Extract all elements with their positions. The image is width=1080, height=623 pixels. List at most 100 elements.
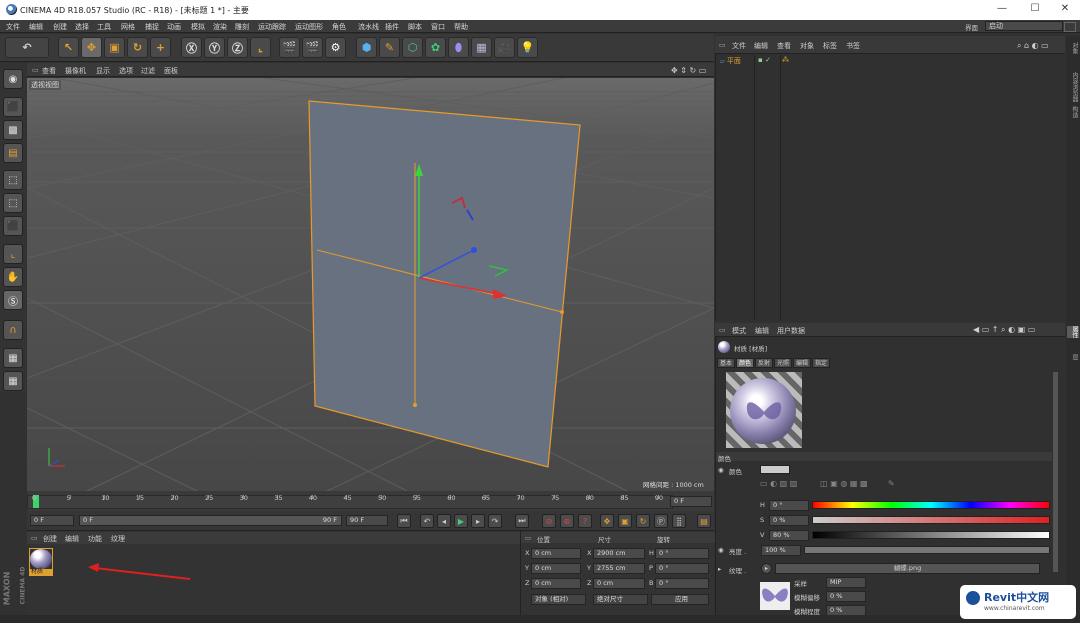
hsv-field-0[interactable]: 0 ° [769,500,809,511]
material-menu-icon[interactable]: ▭ [31,534,38,542]
menu-item-10[interactable]: 雕刻 [235,22,249,32]
object-menu-bookmark[interactable]: 书签 [846,41,860,51]
right-tab-4[interactable]: 层 [1067,354,1079,360]
hue-slider[interactable] [812,501,1050,509]
light-icon[interactable]: 💡 [517,37,538,58]
points-mode-icon[interactable]: ⬚ [3,170,23,190]
floor-icon[interactable]: ▦ [471,37,492,58]
subdivision-surface-icon[interactable]: ⬡ [402,37,423,58]
menu-item-9[interactable]: 渲染 [213,22,227,32]
close-button[interactable]: ✕ [1055,3,1075,14]
select-tool-icon[interactable]: ↖ [58,37,79,58]
material-menu-texture[interactable]: 纹理 [111,534,125,544]
spline-pen-icon[interactable]: ✎ [379,37,400,58]
hsv-field-1[interactable]: 0 % [769,515,809,526]
plane-object[interactable] [308,100,581,468]
attr-nav-icons[interactable]: ◀ ▭ ↑ ⌕ ◐ ▣ ▭ [973,325,1035,335]
attr-tab-3[interactable]: 光照 [774,358,793,368]
object-menu-icon[interactable]: ▭ [719,41,726,49]
attr-tab-1[interactable]: 颜色 [736,358,755,368]
layout-select[interactable]: 启动 [985,21,1063,31]
brightness-radio-icon[interactable]: ◉ [718,546,724,554]
object-manager-tools-icons[interactable]: ⌕ ⌂ ◐ ▭ [1017,41,1049,51]
menu-item-3[interactable]: 选择 [75,22,89,32]
minimize-button[interactable]: — [992,3,1012,14]
scale-tool-icon[interactable]: ▣ [104,37,125,58]
texture-file-field[interactable]: 蝴蝶.png [775,563,1040,574]
menu-item-5[interactable]: 网格 [121,22,135,32]
attr-menu-userdata[interactable]: 用户数据 [777,326,805,336]
menu-item-15[interactable]: 插件 [385,22,399,32]
attr-menu-icon[interactable]: ▭ [719,326,726,334]
right-tab-1[interactable]: 内容浏览器 [1067,72,1079,102]
color-picker-mode-icons[interactable]: ▭ ◐ ▧ ▨ ◫ ▣ ◍ ▦ ▩ ✎ [760,479,895,488]
viewport-menu-panel[interactable]: 面板 [164,66,178,76]
planar-workplane-icon[interactable]: ▦ [3,371,23,391]
z-axis-lock-icon[interactable]: Ⓩ [227,37,248,58]
coord-size-1[interactable]: 2755 cm [593,563,645,574]
material-tag-icon[interactable]: ⁂ [782,56,789,64]
end-frame-field[interactable]: 90 F [346,515,388,526]
param-key-icon[interactable]: Ⓟ [654,514,668,528]
timeline-window-icon[interactable]: ▤ [697,514,711,528]
deformer-icon[interactable]: ⬮ [448,37,469,58]
coord-pos-2[interactable]: 0 cm [531,578,581,589]
position-key-icon[interactable]: ✥ [600,514,614,528]
x-axis-lock-icon[interactable]: Ⓧ [181,37,202,58]
render-picture-viewer-icon[interactable]: 🎬 [302,37,323,58]
perspective-viewport[interactable]: 透视视图 网格间距 : 1000 cm [27,78,714,491]
menu-item-1[interactable]: 编辑 [29,22,43,32]
color-radio-icon[interactable]: ◉ [718,466,724,474]
right-tab-2[interactable]: 构造 [1067,106,1079,118]
attr-tab-4[interactable]: 编辑 [793,358,812,368]
coord-pos-1[interactable]: 0 cm [531,563,581,574]
scale-key-icon[interactable]: ▣ [618,514,632,528]
color-swatch[interactable] [760,465,790,474]
viewport-menu-options[interactable]: 选项 [119,66,133,76]
texture-thumbnail[interactable] [760,582,790,610]
array-icon[interactable]: ✿ [425,37,446,58]
timeline-ruler[interactable]: 0 5 10 15 20 25 30 35 40 45 50 55 60 65 70 75 80 85 90 0 F [27,491,714,511]
keyframe-selection-icon[interactable]: ? [578,514,592,528]
maximize-button[interactable]: ☐ [1025,3,1045,14]
undo-icon[interactable]: ↶ [5,37,49,58]
apply-button[interactable]: 应用 [651,594,709,605]
viewport-menu-icon[interactable]: ▭ [32,66,39,74]
next-frame-icon[interactable]: ▸ [471,514,485,528]
make-editable-icon[interactable]: ◉ [3,69,23,89]
right-tab-3[interactable]: 属性 [1067,326,1079,338]
cube-object-icon[interactable]: ⬢ [356,37,377,58]
menu-item-6[interactable]: 捕捉 [145,22,159,32]
edges-mode-icon[interactable]: ⬚ [3,193,23,213]
menu-item-12[interactable]: 运动图形 [295,22,323,32]
object-menu-view[interactable]: 查看 [777,41,791,51]
object-menu-file[interactable]: 文件 [732,41,746,51]
brightness-slider[interactable] [804,546,1050,554]
viewport-menu-view[interactable]: 查看 [42,66,56,76]
menu-item-2[interactable]: 创建 [53,22,67,32]
panel-toggle-icon[interactable] [1064,22,1076,32]
pla-key-icon[interactable]: ⣿ [672,514,686,528]
brightness-field[interactable]: 100 % [761,545,801,556]
coord-rot-2[interactable]: 0 ° [655,578,709,589]
attr-tab-0[interactable]: 基本 [717,358,736,368]
coord-mode-size[interactable]: 绝对尺寸 [593,594,648,605]
magnet-icon[interactable]: ∩ [3,320,23,340]
texture-menu-icon[interactable]: ▸ [761,563,772,574]
attr-tab-5[interactable]: 指定 [812,358,831,368]
move-tool-icon[interactable]: ✥ [81,37,102,58]
tweak-mode-icon[interactable]: ✋ [3,267,23,287]
saturation-slider[interactable] [812,516,1050,524]
add-tool-icon[interactable]: + [150,37,171,58]
attribute-scrollbar[interactable] [1053,372,1058,572]
menu-item-17[interactable]: 窗口 [431,22,445,32]
autokey-icon[interactable]: ⊛ [560,514,574,528]
right-tab-0[interactable]: 对象 [1067,42,1079,54]
play-icon[interactable]: ▶ [454,514,468,528]
value-slider[interactable] [812,531,1050,539]
attr-tab-2[interactable]: 反射 [755,358,774,368]
prev-key-icon[interactable]: ↶ [420,514,434,528]
menu-item-8[interactable]: 模拟 [191,22,205,32]
menu-item-11[interactable]: 运动跟踪 [258,22,286,32]
hsv-field-2[interactable]: 80 % [769,530,809,541]
